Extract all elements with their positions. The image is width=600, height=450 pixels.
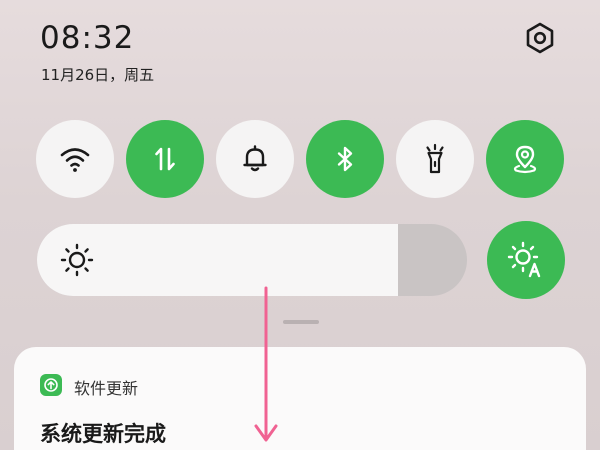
flashlight-icon bbox=[426, 143, 444, 174]
settings-button[interactable] bbox=[522, 20, 558, 56]
swipe-down-arrow-icon bbox=[254, 286, 278, 442]
tile-sound[interactable] bbox=[216, 120, 294, 198]
tile-wifi[interactable] bbox=[36, 120, 114, 198]
software-update-app-icon bbox=[40, 374, 62, 396]
bell-icon bbox=[243, 145, 267, 172]
quick-settings-row bbox=[36, 120, 564, 198]
mobile-data-icon bbox=[155, 147, 175, 171]
location-icon bbox=[513, 145, 537, 174]
update-arrow-icon bbox=[44, 378, 58, 392]
gear-icon bbox=[526, 22, 554, 54]
tile-bluetooth[interactable] bbox=[306, 120, 384, 198]
sun-icon bbox=[60, 243, 94, 277]
clock-time: 08:32 bbox=[40, 20, 135, 56]
notification-title: 系统更新完成 bbox=[40, 422, 166, 446]
auto-brightness-icon bbox=[507, 241, 541, 278]
date-label: 11月26日，周五 bbox=[41, 66, 155, 84]
tile-mobile-data[interactable] bbox=[126, 120, 204, 198]
panel-drag-handle[interactable] bbox=[283, 320, 319, 324]
tile-flashlight[interactable] bbox=[396, 120, 474, 198]
wifi-icon bbox=[60, 148, 90, 172]
tile-location[interactable] bbox=[486, 120, 564, 198]
auto-brightness-button[interactable] bbox=[487, 221, 565, 299]
notification-app-name: 软件更新 bbox=[74, 379, 139, 398]
bluetooth-icon bbox=[337, 146, 353, 172]
